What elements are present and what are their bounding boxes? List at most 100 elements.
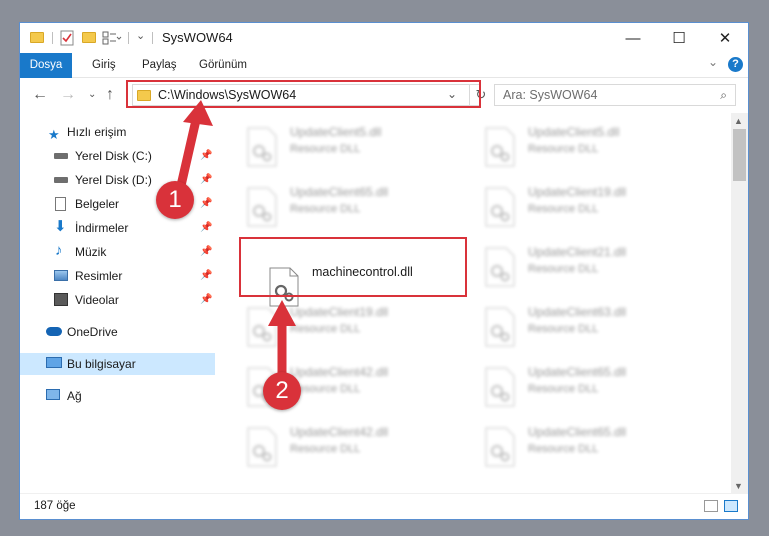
music-note-icon: ♪	[55, 242, 63, 259]
search-icon: ⌕	[720, 88, 727, 102]
sidebar-item-quick-access[interactable]: ★ Hızlı erişim	[20, 121, 215, 143]
computer-icon	[46, 357, 62, 368]
details-view-icon[interactable]	[704, 500, 718, 512]
file-name: UpdateClient42.dll	[290, 425, 389, 439]
properties-icon[interactable]	[60, 30, 74, 46]
list-item[interactable]: UpdateClient42.dll Resource DLL	[240, 423, 468, 475]
download-arrow-icon: ⬇	[54, 218, 67, 235]
sidebar-item-label: Bu bilgisayar	[67, 357, 136, 371]
new-folder-icon[interactable]	[82, 32, 96, 43]
scroll-up-icon[interactable]: ▲	[734, 116, 743, 126]
list-item[interactable]: UpdateClient5.dll Resource DLL	[240, 123, 468, 175]
cloud-icon	[46, 327, 62, 336]
file-type: Resource DLL	[528, 443, 599, 455]
sidebar-item-pictures[interactable]: Resimler 📌	[20, 265, 215, 287]
dll-file-icon	[247, 307, 277, 347]
file-type: Resource DLL	[528, 323, 599, 335]
list-item[interactable]: UpdateClient21.dll Resource DLL	[478, 243, 706, 295]
pin-icon[interactable]: 📌	[200, 265, 212, 287]
file-name: UpdateClient65.dll	[528, 425, 627, 439]
recent-locations-icon[interactable]: ⌄	[88, 89, 96, 100]
up-arrow-icon[interactable]: ↑	[106, 86, 114, 104]
pin-icon[interactable]: 📌	[200, 241, 212, 263]
file-name: UpdateClient65.dll	[528, 365, 627, 379]
sidebar-item-downloads[interactable]: ⬇ İndirmeler 📌	[20, 217, 215, 239]
list-item[interactable]: UpdateClient65.dll Resource DLL	[240, 183, 468, 235]
customize-toolbar-icon[interactable]	[102, 31, 122, 47]
tab-home[interactable]: Giriş	[92, 53, 116, 77]
pin-icon[interactable]: 📌	[200, 217, 212, 239]
close-button[interactable]: ✕	[702, 23, 748, 53]
window-title: SysWOW64	[162, 30, 233, 45]
pictures-icon	[54, 270, 68, 281]
pin-icon[interactable]: 📌	[200, 169, 212, 191]
file-name: UpdateClient63.dll	[528, 305, 627, 319]
minimize-button[interactable]: —	[610, 23, 656, 53]
dll-file-icon	[247, 127, 277, 167]
dropdown-chevron-icon[interactable]: ⌄	[136, 29, 145, 45]
sidebar-item-label: Hızlı erişim	[67, 125, 127, 139]
file-name: UpdateClient42.dll	[290, 365, 389, 379]
address-highlight-box	[126, 80, 481, 108]
star-icon: ★	[48, 127, 60, 142]
step-2-badge: 2	[263, 372, 301, 410]
sidebar-item-label: Müzik	[75, 245, 107, 259]
pin-icon[interactable]: 📌	[200, 193, 212, 215]
expand-ribbon-icon[interactable]: ⌄	[708, 55, 718, 69]
sidebar-item-label: Videolar	[75, 293, 119, 307]
dll-file-icon	[485, 367, 515, 407]
dll-file-icon	[485, 247, 515, 287]
file-name: UpdateClient21.dll	[528, 245, 627, 259]
dll-file-icon	[485, 307, 515, 347]
file-type: Resource DLL	[528, 203, 599, 215]
scroll-down-icon[interactable]: ▼	[734, 481, 743, 491]
sidebar-item-network[interactable]: Ağ	[20, 385, 215, 407]
divider	[128, 32, 129, 44]
sidebar-item-music[interactable]: ♪ Müzik 📌	[20, 241, 215, 263]
drive-icon	[54, 177, 68, 183]
sidebar-item-label: İndirmeler	[75, 221, 129, 235]
file-name: UpdateClient19.dll	[290, 305, 389, 319]
film-icon	[54, 293, 68, 306]
dll-file-icon	[247, 187, 277, 227]
help-icon[interactable]: ?	[728, 57, 743, 72]
sidebar-item-label: Ağ	[67, 389, 82, 403]
sidebar-item-onedrive[interactable]: OneDrive	[20, 321, 215, 343]
file-highlight-box	[239, 237, 467, 297]
file-name: UpdateClient5.dll	[290, 125, 382, 139]
document-icon	[55, 197, 66, 211]
file-type: Resource DLL	[290, 143, 361, 155]
file-type: Resource DLL	[290, 443, 361, 455]
list-item[interactable]: UpdateClient5.dll Resource DLL	[478, 123, 706, 175]
maximize-button[interactable]: ☐	[656, 23, 702, 53]
dll-file-icon	[485, 427, 515, 467]
sidebar-item-videos[interactable]: Videolar 📌	[20, 289, 215, 311]
search-box[interactable]: Ara: SysWOW64 ⌕	[494, 84, 736, 106]
pin-icon[interactable]: 📌	[200, 289, 212, 311]
sidebar-item-disk-c[interactable]: Yerel Disk (C:) 📌	[20, 145, 215, 167]
file-type: Resource DLL	[528, 383, 599, 395]
file-list: UpdateClient5.dll Resource DLL UpdateCli…	[220, 115, 730, 488]
sidebar-item-label: OneDrive	[67, 325, 118, 339]
large-icons-view-icon[interactable]	[724, 500, 738, 512]
sidebar-item-this-pc[interactable]: Bu bilgisayar	[20, 353, 215, 375]
pin-icon[interactable]: 📌	[200, 145, 212, 167]
file-type: Resource DLL	[528, 263, 599, 275]
list-item[interactable]: UpdateClient63.dll Resource DLL	[478, 303, 706, 355]
scrollbar-thumb[interactable]	[733, 129, 746, 181]
list-item[interactable]: UpdateClient19.dll Resource DLL	[478, 183, 706, 235]
ribbon-tabs: Dosya Giriş Paylaş Görünüm ⌄ ?	[20, 53, 748, 105]
file-type: Resource DLL	[290, 323, 361, 335]
search-input[interactable]: Ara: SysWOW64	[503, 88, 597, 102]
list-item[interactable]: UpdateClient19.dll Resource DLL	[240, 303, 468, 355]
forward-arrow-icon[interactable]: →	[60, 86, 76, 104]
list-item[interactable]: UpdateClient65.dll Resource DLL	[478, 363, 706, 415]
divider	[52, 32, 53, 44]
tab-share[interactable]: Paylaş	[142, 53, 177, 77]
sidebar-item-label: Resimler	[75, 269, 123, 283]
back-arrow-icon[interactable]: ←	[32, 86, 48, 104]
dll-file-icon	[485, 187, 515, 227]
folder-icon	[30, 32, 44, 43]
list-item[interactable]: UpdateClient65.dll Resource DLL	[478, 423, 706, 475]
tab-view[interactable]: Görünüm	[199, 53, 247, 77]
